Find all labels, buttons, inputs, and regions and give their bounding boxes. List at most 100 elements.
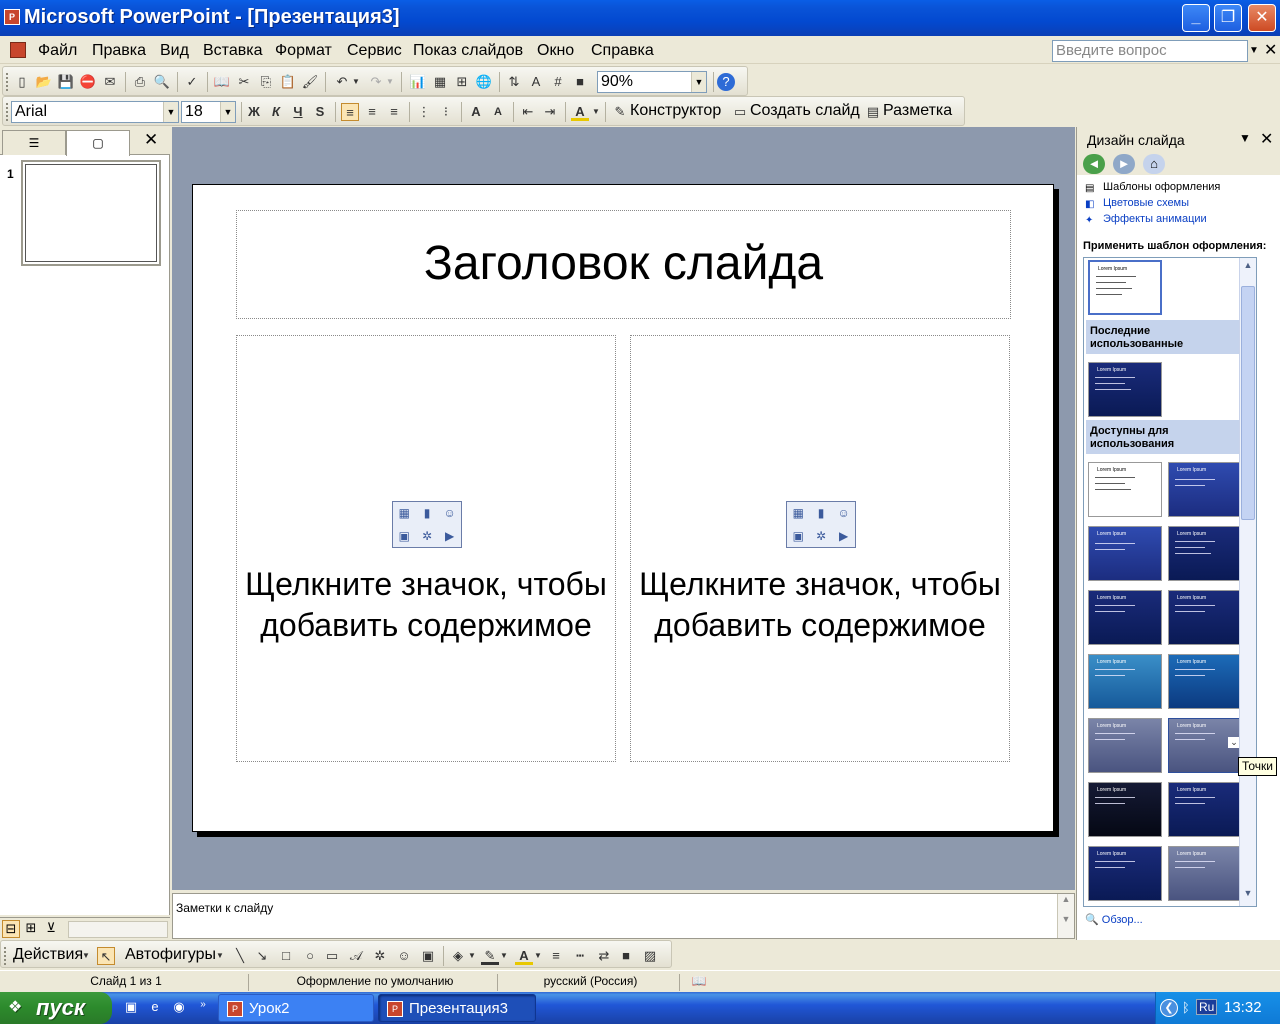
- slides-pane-scrollbar[interactable]: [68, 921, 168, 938]
- task-pane-dropdown-icon[interactable]: ▼: [1239, 131, 1251, 145]
- title-placeholder[interactable]: Заголовок слайда: [236, 210, 1011, 319]
- wordart-icon[interactable]: 𝒜: [347, 947, 365, 965]
- tab-slides[interactable]: ▢: [66, 130, 130, 156]
- template-thumbnail[interactable]: Lorem Ipsum: [1088, 526, 1162, 581]
- quicklaunch-more-icon[interactable]: »: [194, 999, 212, 1017]
- gallery-scrollbar[interactable]: ▲ ▼: [1239, 258, 1256, 906]
- arrow-icon[interactable]: ↘: [253, 947, 271, 965]
- paste-icon[interactable]: 📋: [279, 73, 297, 91]
- italic-button[interactable]: К: [267, 103, 285, 121]
- insert-picture-icon[interactable]: ▣: [393, 525, 416, 548]
- insert-picture-icon[interactable]: ▣: [787, 525, 810, 548]
- menu-view[interactable]: Вид: [160, 42, 189, 60]
- color-schemes-link[interactable]: ◧ Цветовые схемы: [1083, 197, 1220, 213]
- document-icon[interactable]: [10, 42, 26, 58]
- redo-icon[interactable]: ↷: [367, 73, 385, 91]
- ask-dropdown-icon[interactable]: ▼: [1247, 42, 1261, 60]
- fill-color-icon[interactable]: ◈: [449, 947, 467, 965]
- insert-diagram-icon[interactable]: ✲: [810, 525, 833, 548]
- numbering-icon[interactable]: ⋮: [415, 103, 433, 121]
- insert-table-icon[interactable]: ▦: [431, 73, 449, 91]
- decrease-font-icon[interactable]: A: [489, 103, 507, 121]
- format-painter-icon[interactable]: 🖌: [301, 73, 319, 91]
- textbox-icon[interactable]: ▭: [323, 947, 341, 965]
- toolbar-grip[interactable]: [6, 103, 9, 121]
- show-formatting-icon[interactable]: A: [527, 73, 545, 91]
- notes-pane[interactable]: Заметки к слайду ▲ ▼: [172, 893, 1075, 939]
- hyperlink-icon[interactable]: 🌐: [475, 73, 493, 91]
- font-size-dropdown-icon[interactable]: ▼: [220, 102, 235, 122]
- zoom-dropdown-icon[interactable]: ▼: [691, 72, 706, 92]
- template-thumbnail[interactable]: Lorem Ipsum: [1088, 846, 1162, 901]
- content-placeholder-right[interactable]: ▦ ▮ ☺ ▣ ✲ ▶ Щелкните значок, чтобы добав…: [630, 335, 1010, 762]
- animation-schemes-link[interactable]: ✦ Эффекты анимации: [1083, 213, 1220, 229]
- menu-file[interactable]: Файл: [38, 42, 77, 60]
- insert-chart-icon[interactable]: 📊: [409, 73, 427, 91]
- restore-button[interactable]: ❐: [1214, 4, 1242, 32]
- increase-indent-icon[interactable]: ⇥: [541, 103, 559, 121]
- line-color-dropdown-icon[interactable]: ▼: [499, 947, 509, 965]
- font-size-combo[interactable]: 18 ▼: [181, 101, 236, 123]
- insert-media-icon[interactable]: ▶: [438, 525, 461, 548]
- scroll-up-icon[interactable]: ▲: [1241, 260, 1255, 276]
- expand-all-icon[interactable]: ⇅: [505, 73, 523, 91]
- template-thumbnail[interactable]: Lorem Ipsum: [1168, 590, 1242, 645]
- permission-icon[interactable]: ⛔: [79, 73, 97, 91]
- grid-icon[interactable]: #: [549, 73, 567, 91]
- menu-insert[interactable]: Вставка: [203, 42, 262, 60]
- slide-thumbnail[interactable]: [21, 160, 161, 266]
- tab-outline[interactable]: ☰: [2, 130, 66, 155]
- design-templates-link[interactable]: ▤ Шаблоны оформления: [1083, 181, 1220, 197]
- undo-icon[interactable]: ↶: [333, 73, 351, 91]
- toolbar-grip[interactable]: [4, 947, 7, 965]
- scroll-thumb[interactable]: [1241, 286, 1255, 520]
- menu-edit[interactable]: Правка: [92, 42, 146, 60]
- bullets-icon[interactable]: ⁝: [437, 103, 455, 121]
- normal-view-icon[interactable]: ⊟: [2, 920, 20, 938]
- select-pointer-icon[interactable]: ↖: [97, 947, 115, 965]
- menu-format[interactable]: Формат: [275, 42, 332, 60]
- back-icon[interactable]: ◄: [1083, 154, 1105, 174]
- insert-clipart-icon[interactable]: ☺: [438, 502, 461, 525]
- clipart-icon[interactable]: ☺: [395, 947, 413, 965]
- document-close-icon[interactable]: ✕: [1264, 40, 1277, 60]
- line-style-icon[interactable]: ≡: [547, 947, 565, 965]
- template-thumbnail[interactable]: Lorem Ipsum: [1088, 654, 1162, 709]
- 3d-style-icon[interactable]: ▨: [641, 947, 659, 965]
- insert-clipart-icon[interactable]: ☺: [832, 502, 855, 525]
- line-color-icon[interactable]: ✎: [481, 947, 499, 965]
- font-combo[interactable]: Arial ▼: [11, 101, 179, 123]
- insert-chart-icon[interactable]: ▮: [416, 502, 439, 525]
- fill-color-dropdown-icon[interactable]: ▼: [467, 947, 477, 965]
- color-grayscale-icon[interactable]: ■: [571, 73, 589, 91]
- font-color-icon[interactable]: A: [515, 947, 533, 965]
- template-thumbnail[interactable]: Lorem Ipsum: [1168, 526, 1242, 581]
- print-icon[interactable]: ⎙: [131, 73, 149, 91]
- font-color-icon[interactable]: A: [571, 103, 589, 121]
- cut-icon[interactable]: ✂: [235, 73, 253, 91]
- font-color-dropdown-icon[interactable]: ▼: [591, 103, 601, 121]
- align-left-icon[interactable]: ≡: [341, 103, 359, 121]
- save-icon[interactable]: 💾: [57, 73, 75, 91]
- task-presentation3[interactable]: P Презентация3: [378, 994, 536, 1022]
- print-preview-icon[interactable]: 🔍: [153, 73, 171, 91]
- research-icon[interactable]: 📖: [213, 73, 231, 91]
- task-urok2[interactable]: P Урок2: [218, 994, 374, 1022]
- quicklaunch-ie-icon[interactable]: e: [146, 999, 164, 1017]
- browse-link[interactable]: 🔍 Обзор...: [1085, 913, 1143, 926]
- copy-icon[interactable]: ⎘: [257, 73, 275, 91]
- new-slide-icon[interactable]: ▭: [731, 103, 749, 121]
- quicklaunch-desktop-icon[interactable]: ▣: [122, 999, 140, 1017]
- bluetooth-icon[interactable]: ᛒ: [1182, 1000, 1190, 1015]
- undo-dropdown-icon[interactable]: ▼: [351, 73, 361, 91]
- designer-button[interactable]: Конструктор: [630, 102, 721, 120]
- decrease-indent-icon[interactable]: ⇤: [519, 103, 537, 121]
- template-thumbnail[interactable]: Lorem Ipsum: [1088, 782, 1162, 837]
- template-thumbnail[interactable]: Lorem Ipsum: [1088, 362, 1162, 417]
- email-icon[interactable]: ✉: [101, 73, 119, 91]
- diagram-icon[interactable]: ✲: [371, 947, 389, 965]
- task-pane-close-icon[interactable]: ✕: [1260, 129, 1273, 149]
- spelling-icon[interactable]: ✓: [183, 73, 201, 91]
- template-thumbnail[interactable]: Lorem Ipsum: [1168, 654, 1242, 709]
- template-thumbnail[interactable]: Lorem Ipsum: [1087, 259, 1163, 316]
